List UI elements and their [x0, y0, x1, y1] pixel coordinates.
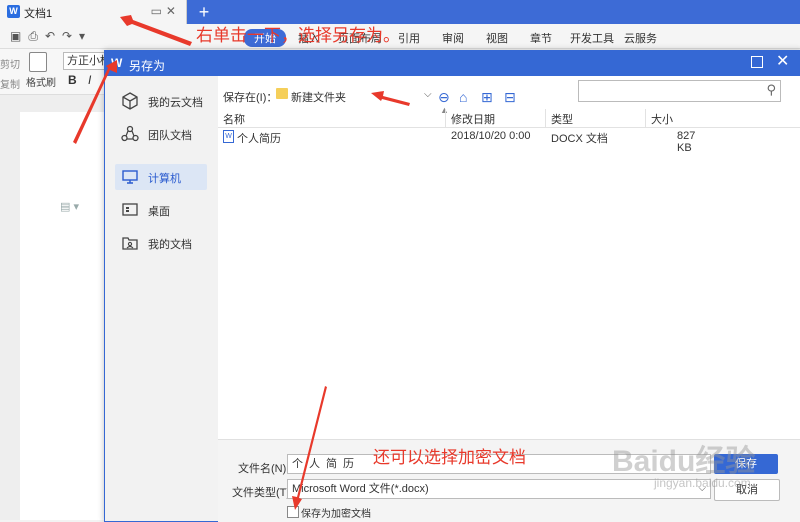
document-tab-title: 文档1 — [24, 8, 53, 20]
column-header-type[interactable]: 类型 — [551, 111, 573, 127]
annotation-bottom: 还可以选择加密文档 — [373, 448, 526, 468]
menu-cloud[interactable]: 云服务 — [624, 30, 657, 46]
cut-button[interactable]: 剪切 — [0, 56, 20, 71]
documents-icon — [122, 237, 138, 250]
tab-window-icons[interactable]: ▭✕ — [151, 4, 180, 18]
menu-developer[interactable]: 开发工具 — [570, 30, 614, 46]
sidebar-item-desktop[interactable]: 桌面 — [115, 197, 207, 223]
italic-button[interactable]: I — [88, 73, 91, 87]
sidebar-item-cloud-docs[interactable]: 我的云文档 — [115, 88, 207, 114]
sidebar-item-my-documents[interactable]: 我的文档 — [115, 230, 207, 256]
up-folder-icon[interactable]: ⌂ — [459, 89, 475, 105]
cube-icon — [122, 92, 138, 110]
column-divider[interactable] — [545, 109, 546, 127]
view-menu-icon[interactable]: ⊟ — [504, 89, 520, 105]
wps-logo-icon: W — [7, 5, 20, 18]
folder-icon — [276, 88, 288, 99]
dialog-title: 另存为 — [129, 59, 166, 73]
new-folder-icon[interactable]: ⊞ — [481, 89, 497, 105]
copy-button[interactable]: 复制 — [0, 76, 20, 91]
column-header-size[interactable]: 大小 — [651, 111, 673, 127]
encrypt-checkbox[interactable] — [287, 506, 299, 518]
menu-chapter[interactable]: 章节 — [530, 30, 552, 46]
close-icon[interactable]: ✕ — [776, 53, 789, 71]
menu-review[interactable]: 审阅 — [442, 30, 464, 46]
word-document-icon: W — [223, 130, 234, 143]
encrypt-label: 保存为加密文档 — [301, 509, 371, 520]
column-header-name[interactable]: 名称 — [223, 111, 245, 127]
desktop-icon — [122, 203, 138, 216]
filetype-value: Microsoft Word 文件(*.docx) — [292, 483, 429, 495]
maximize-icon[interactable] — [751, 56, 763, 68]
bold-button[interactable]: B — [68, 73, 77, 87]
computer-icon — [122, 170, 138, 184]
file-name: 个人简历 — [237, 133, 281, 145]
menu-bar: ▣⎙↶↷▾ 开始 插入 页面布局 引用 审阅 视图 章节 开发工具 云服务 — [0, 24, 800, 49]
column-header-modified[interactable]: 修改日期 — [451, 111, 495, 127]
baidu-watermark: Baidu经验 — [612, 445, 756, 478]
chevron-down-icon[interactable]: ⌵ — [424, 89, 432, 100]
annotation-top: 右单击一下，选择另存为。 — [196, 26, 400, 46]
file-modified: 2018/10/20 0:00 — [451, 130, 531, 142]
format-brush-label[interactable]: 格式刷 — [26, 74, 56, 89]
dialog-titlebar[interactable]: W 另存为 ✕ — [105, 51, 800, 76]
wps-logo-icon: W — [111, 56, 123, 70]
search-input[interactable]: ⚲ — [578, 80, 781, 102]
sidebar-item-label: 我的云文档 — [148, 97, 203, 109]
sidebar-item-label: 桌面 — [148, 206, 170, 218]
paragraph-marker-icon: ▤ ▾ — [60, 201, 79, 213]
column-divider[interactable] — [445, 109, 446, 127]
document-tab[interactable]: W 文档1 ▭✕ — [0, 0, 187, 24]
baidu-watermark-url: jingyan.baidu.com — [654, 476, 751, 490]
folder-select[interactable]: 新建文件夹 ⌵ — [270, 85, 433, 105]
file-type: DOCX 文档 — [551, 133, 608, 145]
back-icon[interactable]: ⊖ — [438, 89, 454, 105]
current-folder-name: 新建文件夹 — [291, 92, 346, 104]
file-size: 827 KB — [677, 130, 696, 154]
format-brush-icon[interactable] — [29, 52, 47, 72]
filetype-select[interactable]: Microsoft Word 文件(*.docx) ⌵ — [287, 479, 711, 499]
quick-access-icons[interactable]: ▣⎙↶↷▾ — [10, 29, 92, 44]
sidebar-item-label: 计算机 — [148, 173, 181, 185]
file-row[interactable]: W 个人简历 2018/10/20 0:00 DOCX 文档 827 KB — [105, 127, 695, 154]
menu-view[interactable]: 视图 — [486, 30, 508, 46]
new-tab-button[interactable]: + — [194, 2, 214, 22]
sidebar-item-label: 我的文档 — [148, 239, 192, 251]
file-list-header: ▲ 名称 修改日期 类型 大小 — [218, 105, 800, 128]
sidebar-item-computer[interactable]: 计算机 — [115, 164, 207, 190]
column-divider[interactable] — [645, 109, 646, 127]
menu-references[interactable]: 引用 — [398, 30, 420, 46]
search-icon: ⚲ — [766, 82, 776, 97]
